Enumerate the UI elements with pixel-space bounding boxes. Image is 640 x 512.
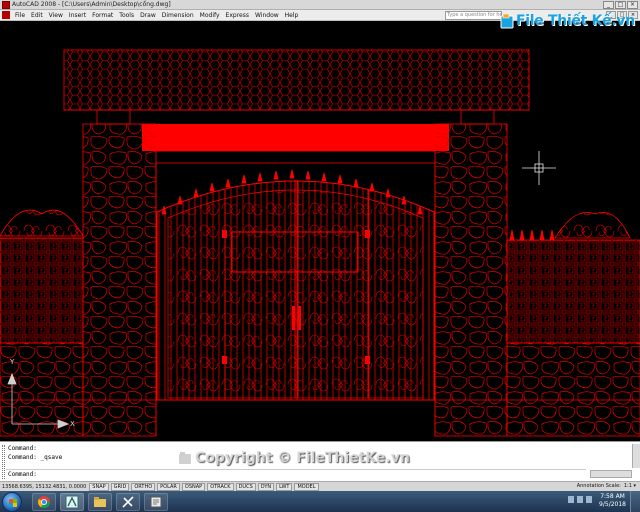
copyright-text: Copyright © FileThietKe.vn — [195, 450, 410, 466]
main-gate — [156, 169, 435, 401]
start-button[interactable] — [2, 492, 22, 512]
taskbar-tool-button[interactable] — [116, 493, 140, 511]
taskbar-clock[interactable]: 7:58 AM 9/5/2018 — [599, 493, 626, 509]
volume-icon[interactable] — [586, 496, 592, 503]
help-search-input[interactable]: Type a question for help — [445, 11, 502, 20]
app-icon — [150, 496, 162, 508]
folder-logo-icon — [179, 452, 191, 464]
menu-help[interactable]: Help — [282, 12, 302, 19]
folder-icon — [94, 497, 106, 507]
command-scrollbar[interactable] — [632, 444, 640, 468]
polar-toggle[interactable]: POLAR — [157, 482, 180, 491]
command-input-row[interactable]: Command: — [6, 469, 586, 479]
gate-nameplate — [142, 124, 449, 151]
ducs-toggle[interactable]: DUCS — [235, 482, 256, 491]
window-title: AutoCAD 2008 - [C:\Users\Admin\Desktop\c… — [12, 1, 171, 8]
grid-toggle[interactable]: GRID — [110, 482, 130, 491]
menu-view[interactable]: View — [46, 12, 66, 19]
autocad-icon — [65, 495, 79, 509]
maximize-button[interactable]: □ — [615, 1, 626, 9]
dyn-toggle[interactable]: DYN — [257, 482, 275, 491]
menu-format[interactable]: Format — [89, 12, 116, 19]
otrack-toggle[interactable]: OTRACK — [207, 482, 234, 491]
command-window-grip[interactable] — [2, 445, 5, 479]
taskbar-chrome-button[interactable] — [32, 493, 56, 511]
windows-taskbar: 7:58 AM 9/5/2018 — [0, 491, 640, 512]
right-fence — [506, 212, 640, 437]
close-button[interactable]: × — [627, 1, 638, 9]
clock-time: 7:58 AM — [600, 493, 625, 500]
menu-insert[interactable]: Insert — [66, 12, 89, 19]
snap-toggle[interactable]: SNAP — [89, 482, 109, 491]
taskbar-autocad-button[interactable] — [60, 493, 84, 511]
right-stone-pillar — [434, 123, 508, 437]
tray-icon[interactable] — [568, 496, 574, 503]
chrome-icon — [37, 496, 50, 509]
command-horizontal-scrollbar[interactable] — [590, 470, 632, 478]
command-history-line: Command: _qsave — [8, 454, 63, 461]
ucs-y-label: Y — [10, 358, 15, 366]
menu-file[interactable]: File — [12, 12, 28, 19]
command-history-line: Command: — [8, 445, 37, 452]
ortho-toggle[interactable]: ORTHO — [131, 482, 156, 491]
crosshair-cursor-icon — [522, 151, 556, 185]
menu-window[interactable]: Window — [252, 12, 282, 19]
show-desktop-button[interactable] — [630, 491, 640, 512]
roof-hex-panel — [63, 49, 530, 111]
menu-tools[interactable]: Tools — [116, 12, 137, 19]
title-bar: AutoCAD 2008 - [C:\Users\Admin\Desktop\c… — [0, 0, 640, 10]
menu-draw[interactable]: Draw — [137, 12, 159, 19]
menu-edit[interactable]: Edit — [28, 12, 46, 19]
model-toggle[interactable]: MODEL — [294, 482, 319, 491]
left-stone-pillar — [82, 123, 157, 437]
document-icon[interactable] — [2, 11, 10, 19]
left-fence — [0, 209, 84, 437]
window-controls: _ □ × — [603, 1, 638, 9]
ucs-x-label: X — [70, 420, 75, 428]
taskbar-app-button[interactable] — [144, 493, 168, 511]
autocad-app-icon[interactable] — [2, 0, 10, 9]
folder-logo-icon — [500, 13, 514, 29]
menu-dimension[interactable]: Dimension — [159, 12, 197, 19]
minimize-button[interactable]: _ — [603, 1, 614, 9]
menu-modify[interactable]: Modify — [197, 12, 223, 19]
command-prompt: Command: — [8, 471, 37, 478]
clock-date: 9/5/2018 — [599, 501, 626, 508]
osnap-toggle[interactable]: OSNAP — [181, 482, 206, 491]
annotation-scale-label: Annotation Scale: — [576, 483, 621, 489]
cursor-coordinates[interactable]: 13568.6395, 15132.4831, 0.0000 — [0, 484, 88, 490]
watermark-logo: File Thiết Kế.vn — [500, 13, 635, 29]
menu-express[interactable]: Express — [223, 12, 252, 19]
tool-icon — [122, 496, 134, 508]
watermark-text: File Thiết Kế.vn — [516, 13, 635, 29]
annotation-scale-group: Annotation Scale: 1:1 ▾ — [577, 483, 636, 489]
roof-supports — [96, 109, 495, 125]
windows-logo-icon — [9, 499, 17, 507]
lwt-toggle[interactable]: LWT — [276, 482, 293, 491]
drawing-canvas[interactable]: Y X — [0, 22, 640, 440]
system-tray[interactable] — [568, 496, 592, 503]
annotation-scale-select[interactable]: 1:1 ▾ — [624, 483, 636, 489]
status-bar: 13568.6395, 15132.4831, 0.0000 SNAP GRID… — [0, 481, 640, 491]
copyright-watermark: Copyright © FileThietKe.vn — [178, 450, 410, 466]
tray-icon[interactable] — [577, 496, 583, 503]
taskbar-explorer-button[interactable] — [88, 493, 112, 511]
